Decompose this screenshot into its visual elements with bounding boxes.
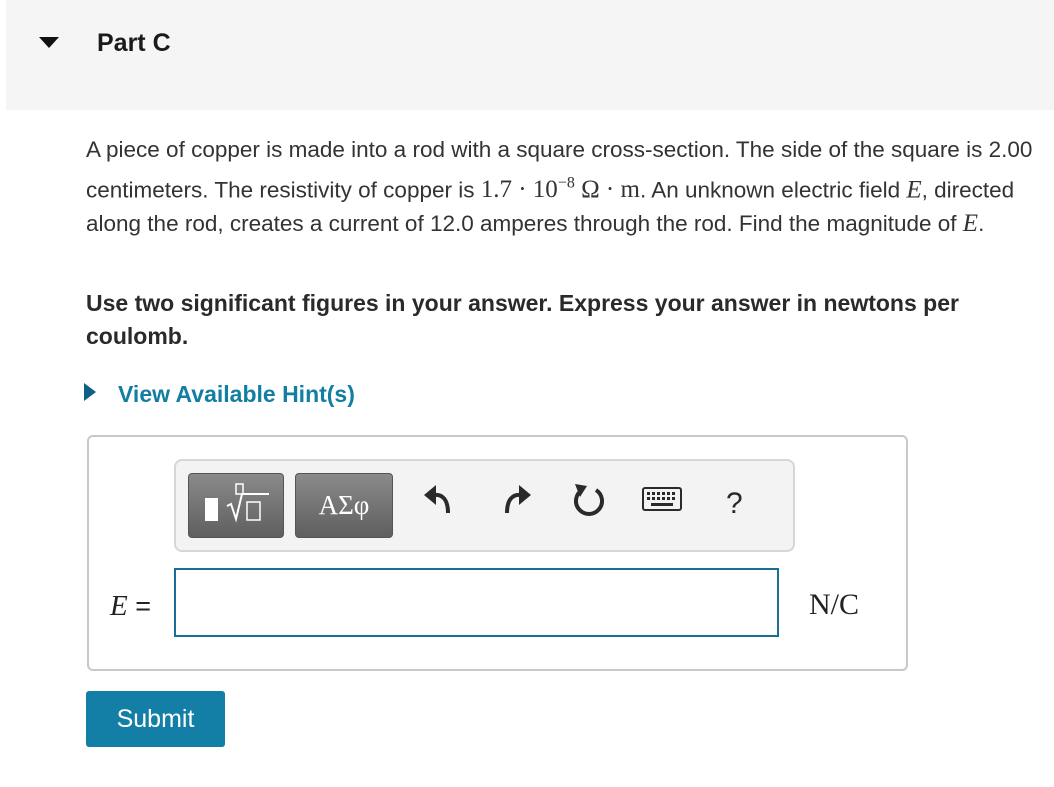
- reset-icon[interactable]: [571, 481, 607, 524]
- keyboard-icon[interactable]: [642, 487, 682, 518]
- help-icon[interactable]: ?: [726, 489, 743, 519]
- answer-variable-label: E =: [110, 590, 151, 623]
- redo-icon[interactable]: [501, 483, 531, 522]
- templates-button[interactable]: [188, 473, 284, 538]
- resistivity-exponent: −8: [557, 175, 575, 192]
- undo-icon[interactable]: [424, 483, 454, 522]
- view-hints-label[interactable]: View Available Hint(s): [118, 381, 355, 408]
- answer-instruction: Use two significant figures in your answ…: [86, 290, 959, 349]
- resistivity-unit: Ω · m: [574, 176, 640, 204]
- math-toolbar: ΑΣφ ?: [174, 459, 795, 552]
- variable-e: E: [962, 210, 979, 238]
- submit-button[interactable]: Submit: [86, 691, 225, 747]
- unit-label: N/C: [809, 588, 860, 621]
- collapse-triangle-icon[interactable]: [39, 37, 59, 48]
- question-text: A piece of copper is made into a rod wit…: [86, 133, 1041, 241]
- variable-e: E: [906, 176, 922, 204]
- variable-e: E: [110, 590, 128, 622]
- answer-panel: ΑΣφ ? E = N/C: [87, 435, 908, 671]
- templates-icon: [205, 483, 269, 523]
- resistivity-value: 1.7 · 10−8 Ω · m: [480, 175, 640, 204]
- part-title: Part C: [97, 29, 171, 57]
- expand-arrow-icon: [84, 383, 96, 401]
- greek-symbols-button[interactable]: ΑΣφ: [295, 473, 393, 538]
- part-header: Part C: [6, 0, 1054, 110]
- question-segment: . An unknown electric field: [639, 177, 907, 203]
- resistivity-base: 1.7 · 10: [480, 176, 558, 204]
- answer-input[interactable]: [174, 568, 779, 637]
- question-segment: .: [978, 211, 985, 237]
- greek-symbols-icon: ΑΣφ: [318, 490, 370, 520]
- equals-sign: =: [127, 591, 151, 621]
